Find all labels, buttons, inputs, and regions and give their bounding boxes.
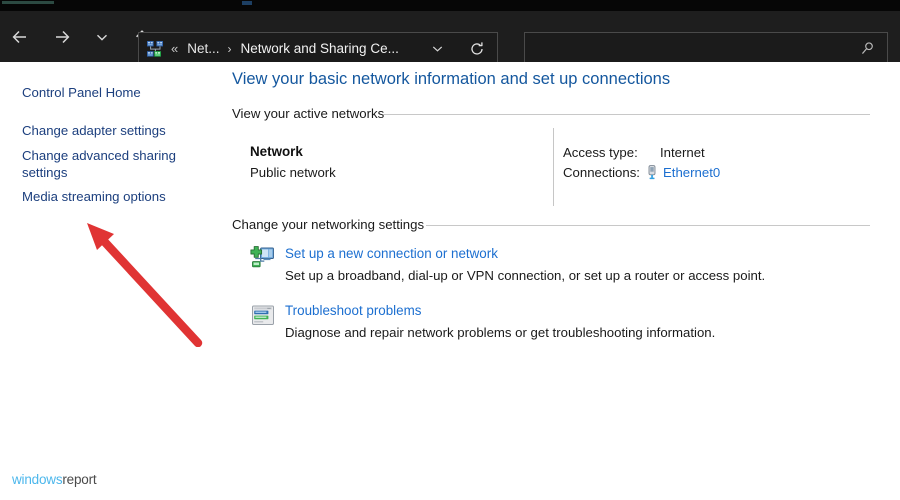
- back-arrow-icon: [12, 30, 26, 43]
- watermark-part-two: report: [62, 472, 97, 487]
- network-sharing-center-icon: [146, 40, 164, 58]
- section-heading-networking-settings-label: Change your networking settings: [232, 217, 425, 232]
- breadcrumb-item-truncated[interactable]: Net...: [187, 41, 219, 56]
- breadcrumb-item-current[interactable]: Network and Sharing Ce...: [241, 41, 399, 56]
- task-link-troubleshoot-problems[interactable]: Troubleshoot problems: [285, 303, 421, 318]
- connections-label: Connections:: [563, 165, 640, 180]
- chevron-down-icon: [432, 46, 443, 52]
- navigation-button-group: [0, 11, 158, 62]
- section-heading-active-networks-label: View your active networks: [232, 106, 385, 121]
- active-network-type: Public network: [250, 165, 336, 180]
- sidebar-item-media-streaming-options[interactable]: Media streaming options: [22, 188, 197, 205]
- top-strip-accent-mid: [242, 1, 252, 5]
- sidebar-item-change-adapter-settings[interactable]: Change adapter settings: [22, 122, 197, 139]
- address-dropdown-button[interactable]: [430, 41, 445, 56]
- watermark-windows-report: windowsreport: [12, 472, 97, 487]
- active-network-name: Network: [250, 144, 303, 159]
- section-heading-active-networks: View your active networks: [232, 106, 870, 121]
- forward-arrow-icon: [56, 30, 70, 43]
- network-details-divider: [553, 128, 554, 206]
- refresh-icon: [471, 41, 483, 55]
- recent-locations-button[interactable]: [86, 19, 118, 55]
- refresh-button[interactable]: [469, 41, 485, 57]
- window-top-strip: [0, 0, 900, 11]
- ethernet-adapter-icon: [646, 165, 658, 181]
- watermark-part-one: windows: [12, 472, 63, 487]
- top-strip-accent-left: [2, 1, 54, 4]
- task-description-setup-new-connection: Set up a broadband, dial-up or VPN conne…: [285, 268, 766, 283]
- page-title: View your basic network information and …: [232, 70, 671, 88]
- troubleshoot-icon: [250, 303, 276, 329]
- back-button[interactable]: [4, 19, 36, 55]
- access-type-label: Access type:: [563, 145, 638, 160]
- navigation-bar: « Net... › Network and Sharing Ce...: [0, 11, 900, 65]
- section-rule: [426, 225, 870, 226]
- connections-value-link[interactable]: Ethernet0: [663, 165, 720, 180]
- breadcrumb-overflow-chevrons[interactable]: «: [171, 42, 178, 55]
- chevron-down-icon: [97, 34, 107, 41]
- sidebar-item-control-panel-home[interactable]: Control Panel Home: [22, 84, 197, 101]
- search-input[interactable]: [525, 40, 860, 57]
- section-rule: [383, 114, 870, 115]
- access-type-value: Internet: [660, 145, 705, 160]
- new-connection-icon: [250, 245, 276, 271]
- address-bar[interactable]: « Net... › Network and Sharing Ce...: [138, 32, 498, 65]
- task-link-setup-new-connection[interactable]: Set up a new connection or network: [285, 246, 498, 261]
- search-icon[interactable]: [860, 41, 875, 56]
- main-pane: View your basic network information and …: [222, 62, 900, 500]
- sidebar-item-change-advanced-sharing-settings[interactable]: Change advanced sharing settings: [22, 147, 197, 181]
- forward-button[interactable]: [46, 19, 78, 55]
- window-content: Control Panel Home Change adapter settin…: [0, 62, 900, 500]
- task-description-troubleshoot-problems: Diagnose and repair network problems or …: [285, 325, 716, 340]
- sidebar: Control Panel Home Change adapter settin…: [0, 62, 222, 500]
- section-heading-networking-settings: Change your networking settings: [232, 217, 870, 232]
- search-box[interactable]: [524, 32, 888, 65]
- breadcrumb-separator-icon[interactable]: ›: [228, 42, 232, 56]
